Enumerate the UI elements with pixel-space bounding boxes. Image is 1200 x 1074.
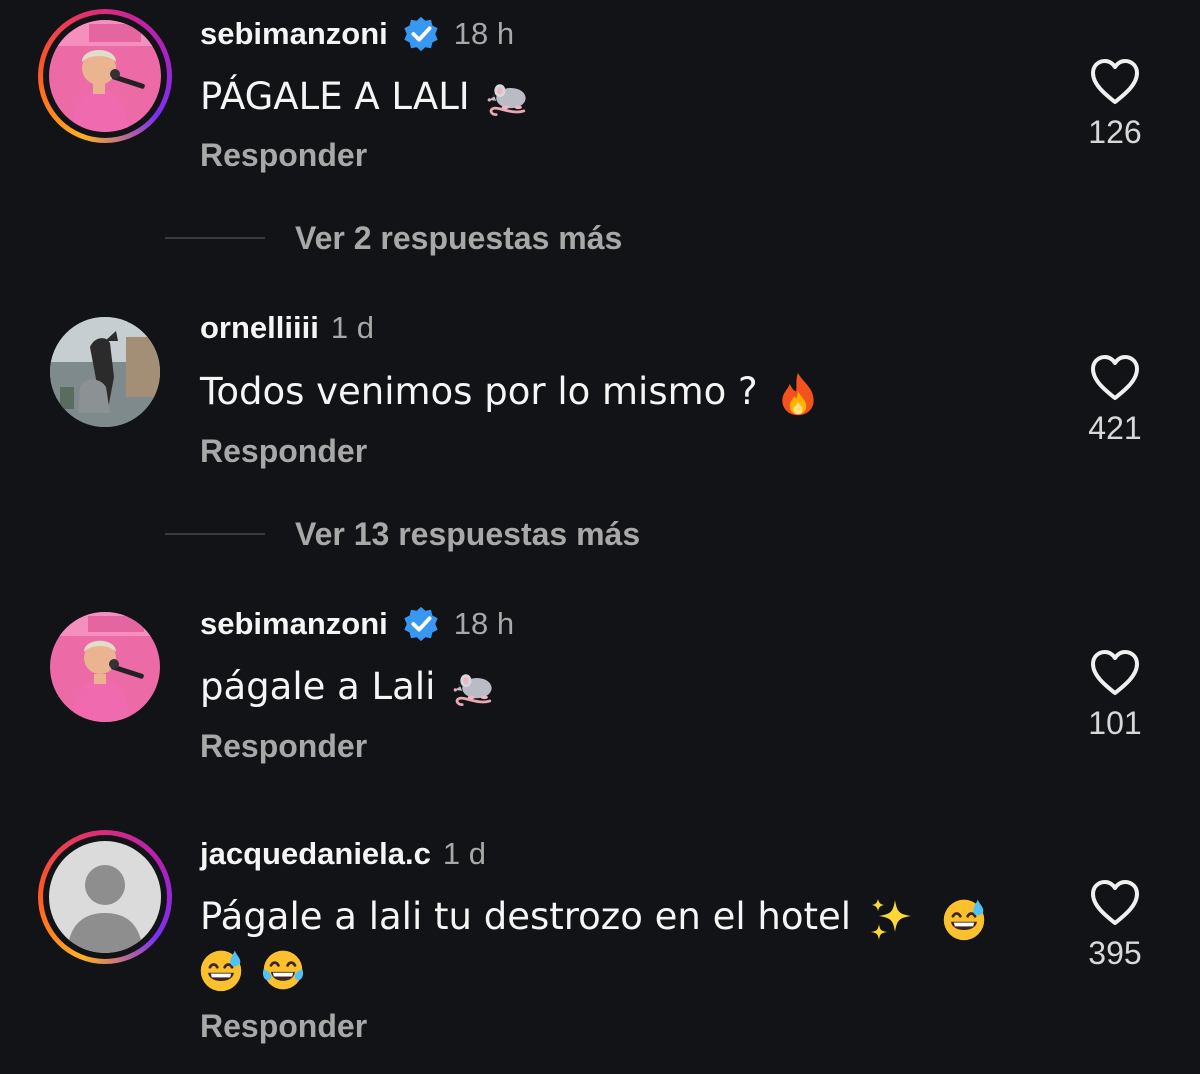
grinning-sweat-emoji-icon bbox=[198, 947, 244, 993]
reply-button[interactable]: Responder bbox=[200, 1008, 367, 1045]
comment-body: págale a Lali bbox=[200, 665, 436, 708]
grinning-sweat-emoji-icon bbox=[941, 896, 987, 942]
comment-body: PÁGALE A LALI bbox=[200, 75, 470, 118]
comment-body: Págale a lali tu destrozo en el hotel bbox=[200, 895, 852, 938]
heart-icon[interactable] bbox=[1089, 649, 1141, 697]
like-count[interactable]: 101 bbox=[1080, 705, 1150, 742]
comment-header: jacquedaniela.c 1 d bbox=[200, 834, 486, 874]
sparkles-emoji-icon bbox=[869, 896, 915, 942]
username[interactable]: sebimanzoni bbox=[200, 606, 388, 642]
comment-text: Todos venimos por lo mismo ? bbox=[200, 367, 821, 417]
verified-badge-icon bbox=[402, 15, 440, 53]
like-count[interactable]: 421 bbox=[1080, 410, 1150, 447]
view-more-replies[interactable]: Ver 2 respuestas más bbox=[165, 218, 622, 258]
comment-timestamp: 18 h bbox=[453, 606, 515, 641]
view-more-replies[interactable]: Ver 13 respuestas más bbox=[165, 514, 640, 554]
rat-emoji-icon bbox=[487, 76, 533, 122]
comment-body: Todos venimos por lo mismo ? bbox=[200, 370, 758, 413]
username[interactable]: sebimanzoni bbox=[200, 16, 388, 52]
comment-header: sebimanzoni 18 h bbox=[200, 604, 514, 644]
tears-of-joy-emoji-icon bbox=[260, 947, 306, 993]
like-count[interactable]: 126 bbox=[1080, 114, 1150, 151]
rat-emoji-icon bbox=[453, 666, 499, 712]
comment-text: Págale a lali tu destrozo en el hotel bbox=[200, 892, 987, 942]
comment-timestamp: 1 d bbox=[442, 836, 486, 871]
comment-timestamp: 1 d bbox=[330, 310, 374, 345]
default-user-icon bbox=[49, 841, 161, 953]
comment-text: págale a Lali bbox=[200, 662, 499, 712]
reply-button[interactable]: Responder bbox=[200, 433, 367, 470]
comment-header: ornelliiii 1 d bbox=[200, 308, 374, 348]
verified-badge-icon bbox=[402, 605, 440, 643]
heart-icon[interactable] bbox=[1089, 879, 1141, 927]
heart-icon[interactable] bbox=[1089, 354, 1141, 402]
comment-text-continued bbox=[198, 943, 306, 993]
username[interactable]: jacquedaniela.c bbox=[200, 836, 431, 872]
comment-text: PÁGALE A LALI bbox=[200, 72, 533, 122]
like-count[interactable]: 395 bbox=[1080, 935, 1150, 972]
avatar bbox=[49, 841, 161, 953]
avatar[interactable] bbox=[50, 317, 160, 427]
avatar-story-ring[interactable] bbox=[38, 9, 172, 143]
comment-timestamp: 18 h bbox=[453, 16, 515, 51]
avatar[interactable] bbox=[50, 612, 160, 722]
username[interactable]: ornelliiii bbox=[200, 310, 319, 346]
reply-thread-line bbox=[165, 533, 265, 535]
reply-button[interactable]: Responder bbox=[200, 728, 367, 765]
heart-icon[interactable] bbox=[1089, 58, 1141, 106]
reply-thread-line bbox=[165, 237, 265, 239]
like-group: 126 bbox=[1080, 58, 1150, 151]
comment-header: sebimanzoni 18 h bbox=[200, 14, 514, 54]
fire-emoji-icon bbox=[775, 371, 821, 417]
like-group: 101 bbox=[1080, 649, 1150, 742]
reply-button[interactable]: Responder bbox=[200, 137, 367, 174]
avatar-story-ring[interactable] bbox=[38, 830, 172, 964]
like-group: 421 bbox=[1080, 354, 1150, 447]
view-more-replies-label[interactable]: Ver 13 respuestas más bbox=[295, 516, 640, 553]
avatar bbox=[49, 20, 161, 132]
view-more-replies-label[interactable]: Ver 2 respuestas más bbox=[295, 220, 622, 257]
like-group: 395 bbox=[1080, 879, 1150, 972]
